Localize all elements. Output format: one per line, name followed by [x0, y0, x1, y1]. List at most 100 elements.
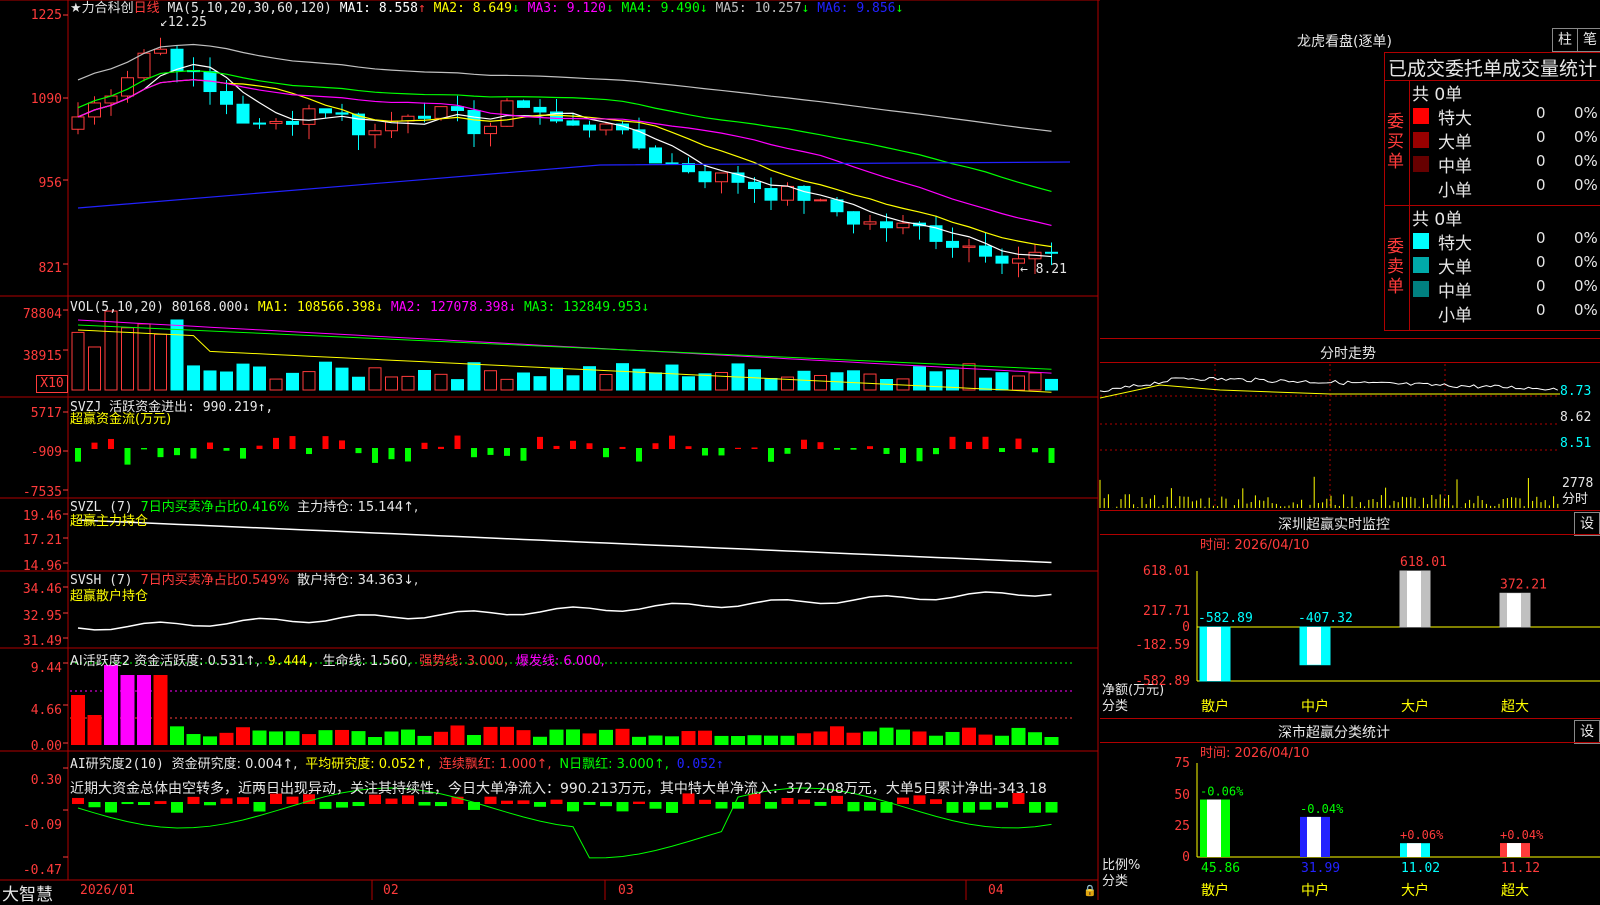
stock-name[interactable]: ★力合科创 — [70, 1, 134, 16]
sell-row-3-name: 中单 — [1438, 282, 1472, 302]
activity-bar — [252, 730, 267, 745]
candle-body — [698, 171, 712, 183]
research-bar — [105, 802, 117, 813]
buy-row-1-pct: 0% — [1574, 104, 1598, 122]
dragon-panel-title: 龙虎看盘(逐单) — [1297, 34, 1392, 50]
fund-flow-bar — [190, 448, 197, 459]
monitor-settings-button[interactable]: 设 — [1574, 512, 1600, 536]
candle-body — [566, 120, 580, 126]
candle-body — [220, 91, 233, 105]
period-label[interactable]: 日线 — [134, 1, 160, 16]
tick-mode-button[interactable]: 笔 — [1577, 28, 1600, 52]
app-logo[interactable]: 大智慧 — [2, 880, 53, 905]
intraday-tick-3: 8.51 — [1560, 436, 1592, 451]
research-bar — [220, 798, 233, 804]
volume-bar — [71, 331, 85, 391]
activity-bar — [434, 731, 448, 745]
candle-body — [814, 199, 827, 202]
volume-bar — [649, 372, 662, 391]
activity-bar — [302, 734, 316, 745]
activity-bar — [813, 731, 828, 745]
research-bar — [979, 802, 992, 810]
research-bar — [616, 802, 629, 812]
bar-mode-button[interactable]: 柱 — [1552, 28, 1578, 52]
svzj-ytick-3: -7535 — [22, 485, 62, 500]
svsh-subtitle: 超赢散户持仓 — [70, 589, 149, 604]
fund-flow-bar — [883, 448, 890, 454]
volume-bar — [451, 379, 464, 391]
candle-body — [946, 240, 959, 248]
research-bar — [319, 802, 332, 809]
activity-bar — [615, 728, 630, 745]
activity-bar — [236, 727, 250, 745]
main-ytick-4: 821 — [38, 261, 62, 276]
main-ytick-2: 1090 — [30, 92, 62, 107]
activity-bar — [698, 730, 712, 745]
volume-bar — [154, 333, 167, 391]
xaxis-label-mar: 03 — [618, 883, 634, 898]
research-bar — [880, 802, 893, 813]
fund-flow-bar — [75, 448, 81, 462]
ai-activity-header: AI活跃度2 资金活跃度: 0.531↑, 9.444, 生命线: 1.560,… — [70, 654, 605, 669]
research-bar — [121, 802, 134, 805]
research-bar — [765, 802, 777, 809]
buy-swatch-1 — [1413, 108, 1429, 124]
research-bar — [715, 802, 728, 809]
research-bar — [583, 802, 596, 805]
ma-line-120 — [77, 161, 1071, 209]
fund-flow-bar — [223, 448, 230, 451]
lock-icon[interactable]: 🔒 — [1083, 884, 1097, 897]
intraday-title: 分时走势 — [1320, 346, 1376, 362]
buy-row-3-name: 中单 — [1438, 157, 1472, 177]
volume-bar — [533, 376, 547, 391]
fund-flow-bar — [735, 447, 741, 449]
fund-flow-bar — [174, 448, 180, 456]
vol-unit-badge[interactable]: X10 — [36, 375, 68, 393]
main-holding-line — [77, 519, 1052, 564]
activity-bar — [1011, 727, 1026, 745]
activity-bar — [929, 735, 943, 745]
volume-bar — [979, 377, 992, 391]
activity-bar — [731, 736, 745, 745]
fund-flow-bar — [784, 448, 791, 454]
svzl-subtitle: 超赢主力持仓 — [70, 514, 149, 529]
candle-body — [71, 116, 85, 130]
activity-bar — [582, 733, 597, 745]
xaxis-label-jan: 2026/01 — [80, 883, 135, 898]
activity-bar — [203, 736, 217, 745]
buy-row-4-pct: 0% — [1574, 176, 1598, 194]
research-bar — [237, 797, 249, 804]
volume-bar — [286, 372, 299, 391]
fund-flow-bar — [108, 438, 114, 449]
vol-ma-line — [77, 324, 1052, 370]
activity-bar — [120, 675, 135, 745]
ma-label: MA(5,10,20,30,60,120) — [167, 1, 332, 16]
candle-body — [319, 108, 332, 114]
candle-body — [451, 106, 464, 111]
research-bar — [336, 802, 348, 808]
sell-total: 共 0单 — [1412, 210, 1463, 230]
research-bar — [847, 802, 860, 812]
fund-flow-bar — [240, 448, 246, 459]
class-settings-button[interactable]: 设 — [1574, 720, 1600, 744]
svzl-ytick-2: 17.21 — [22, 533, 62, 548]
fund-flow-bar — [685, 446, 692, 449]
fund-flow-bar — [949, 436, 956, 449]
research-bar — [204, 802, 216, 806]
activity-bar — [912, 731, 927, 745]
candle-body — [830, 199, 844, 213]
research-bar — [171, 802, 183, 813]
research-bar — [88, 802, 101, 808]
activity-bar — [285, 731, 300, 745]
fund-flow-bar — [636, 448, 642, 462]
volume-bar — [616, 363, 629, 391]
ma-value-5: MA5: 10.257 — [715, 1, 802, 16]
vol-ma3: MA3: 132849.953↓ — [523, 300, 650, 315]
research-bar — [996, 802, 1008, 808]
candle-body — [649, 147, 662, 164]
candle-body — [995, 255, 1009, 264]
ai2-ytick-1: 0.30 — [30, 773, 62, 788]
sell-row-2-pct: 0% — [1574, 253, 1598, 271]
volume-bar — [88, 346, 101, 391]
fund-flow-bar — [982, 436, 989, 449]
